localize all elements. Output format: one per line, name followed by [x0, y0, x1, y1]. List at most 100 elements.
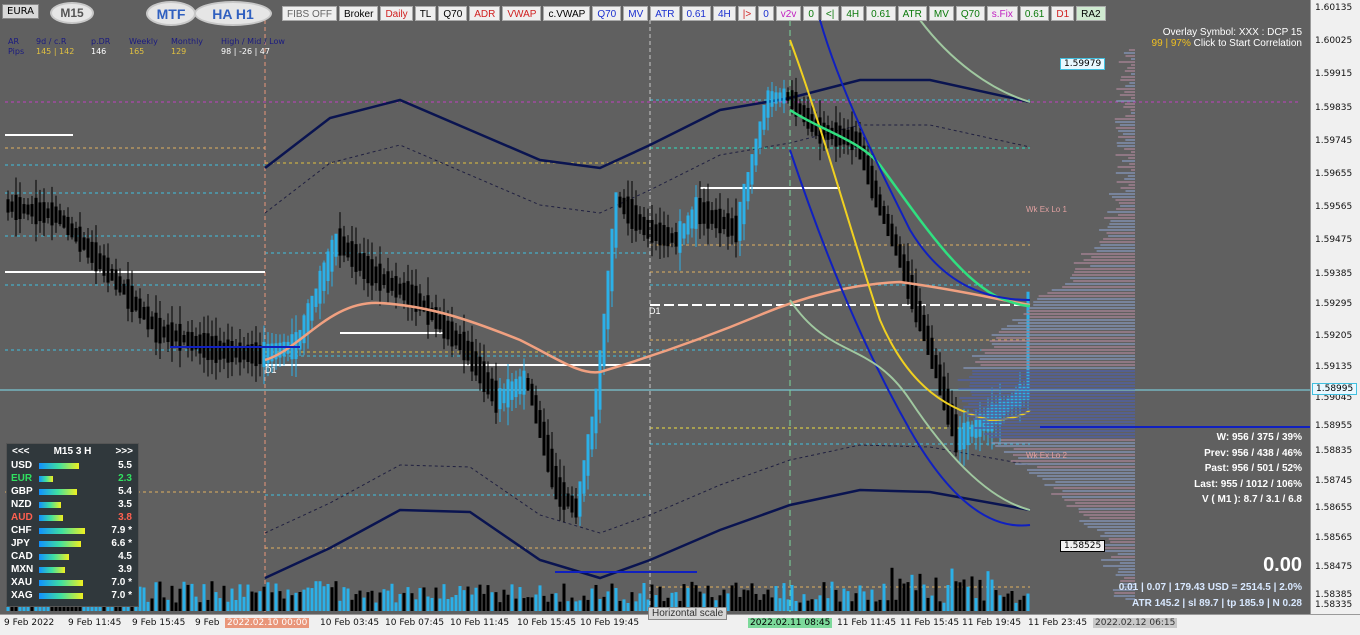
time-tick: 10 Feb 11:45 — [450, 618, 510, 628]
toolbar-button[interactable]: FIBS OFF — [282, 6, 337, 21]
timeframe-button[interactable]: M15 — [50, 2, 94, 24]
candle-body — [890, 223, 894, 247]
candle-body — [614, 192, 618, 248]
toolbar-button[interactable]: D1 — [1051, 6, 1075, 21]
toolbar-button[interactable]: 0 — [758, 6, 774, 21]
candle-body — [170, 322, 174, 347]
toolbar-button[interactable]: Q70 — [592, 6, 622, 21]
toolbar-button[interactable]: |> — [737, 6, 757, 21]
candle-body — [882, 206, 886, 224]
price-tick: 1.58745 — [1315, 476, 1353, 486]
volume-bar — [374, 602, 378, 611]
candle-body — [130, 285, 134, 312]
volume-bar — [474, 587, 478, 611]
time-tick: 9 Feb — [195, 618, 220, 628]
currency-name: CHF — [11, 525, 32, 536]
toolbar-button[interactable]: Daily — [380, 6, 413, 21]
toolbar-button[interactable]: 4H — [841, 6, 865, 21]
candle-body — [6, 199, 10, 213]
candle-body — [446, 320, 450, 340]
mtf-button[interactable]: MTF — [146, 1, 196, 26]
price-axis[interactable]: 1.60135 1.60025 1.59915 1.59835 1.59745 1.596… — [1310, 0, 1360, 614]
toolbar-button[interactable]: v2v — [775, 6, 802, 21]
candle-body — [762, 104, 766, 130]
currency-row[interactable]: JPY 6.6 * — [7, 537, 138, 550]
candle-body — [714, 209, 718, 229]
candle-body — [598, 350, 602, 410]
next-button[interactable]: >>> — [115, 446, 133, 457]
price-tick: 1.58385 — [1315, 590, 1353, 600]
volume-bar — [1010, 590, 1014, 611]
toolbar-button[interactable]: Q70 — [438, 6, 468, 21]
volume-bar — [282, 598, 286, 611]
toolbar-button[interactable]: ATR — [897, 6, 927, 21]
volume-bar — [774, 586, 778, 611]
volume-bar — [854, 593, 858, 611]
toolbar-button[interactable]: <| — [820, 6, 840, 21]
volume-bar — [770, 597, 774, 611]
currency-row[interactable]: USD 5.5 — [7, 459, 138, 472]
volume-bar — [730, 585, 734, 611]
currency-row[interactable]: GBP 5.4 — [7, 485, 138, 498]
weekly-stat-line: Last: 955 / 1012 / 106% — [1194, 478, 1302, 490]
volume-bar — [886, 600, 890, 611]
candle-body — [86, 238, 90, 258]
candle-body — [122, 283, 126, 295]
toolbar-button[interactable]: Q70 — [955, 6, 985, 21]
toolbar-button[interactable]: Broker — [339, 6, 379, 21]
candle-body — [970, 424, 974, 437]
currency-row[interactable]: AUD 3.8 — [7, 511, 138, 524]
toolbar-button[interactable]: 4H — [712, 6, 736, 21]
currency-row[interactable]: XAG 7.0 * — [7, 589, 138, 602]
candle-body — [922, 314, 926, 342]
candle-body — [318, 270, 322, 304]
timeframe-label: M15 — [60, 6, 84, 20]
volume-bar — [874, 601, 878, 611]
toolbar-button[interactable]: 0.61 — [681, 6, 711, 21]
inner-band — [264, 124, 1031, 214]
currency-row[interactable]: XAU 7.0 * — [7, 576, 138, 589]
currency-row[interactable]: CAD 4.5 — [7, 550, 138, 563]
volume-bar — [934, 577, 938, 611]
currency-name: NZD — [11, 499, 32, 510]
candle-body — [386, 271, 390, 293]
symbol-tab[interactable]: EURA — [2, 4, 40, 19]
currency-row[interactable]: NZD 3.5 — [7, 498, 138, 511]
currency-row[interactable]: MXN 3.9 — [7, 563, 138, 576]
candle-body — [374, 266, 378, 284]
candle-body — [642, 216, 646, 236]
volume-bar — [362, 597, 366, 611]
toolbar-button[interactable]: 0 — [803, 6, 819, 21]
toolbar-button[interactable]: c.VWAP — [543, 6, 591, 21]
toolbar-button[interactable]: MV — [623, 6, 649, 21]
start-correlation-link[interactable]: Click to Start Correlation — [1191, 38, 1302, 49]
currency-row[interactable]: EUR 2.3 — [7, 472, 138, 485]
weekly-stat-line: Prev: 956 / 438 / 46% — [1204, 447, 1302, 459]
volume-bar — [838, 601, 842, 611]
volume-bar — [562, 583, 566, 611]
ha-h1-button[interactable]: HA H1 — [194, 1, 272, 26]
toolbar-button[interactable]: 0.61 — [1019, 6, 1050, 21]
volume-bar — [786, 599, 790, 611]
price-tick: 1.58835 — [1315, 446, 1353, 456]
currency-row[interactable]: CHF 7.9 * — [7, 524, 138, 537]
toolbar-button[interactable]: RA2 — [1076, 6, 1106, 21]
toolbar-button[interactable]: MV — [928, 6, 954, 21]
volume-bar — [322, 586, 326, 611]
candle-body — [102, 255, 106, 276]
toolbar-button[interactable]: 0.61 — [866, 6, 896, 21]
candle-body — [674, 232, 678, 247]
candle-body — [234, 346, 238, 358]
toolbar-button[interactable]: VWAP — [502, 6, 542, 21]
candle-body — [638, 214, 642, 230]
toolbar-button[interactable]: ADR — [469, 6, 501, 21]
candle-body — [150, 316, 154, 330]
candle-body — [390, 277, 394, 291]
currency-name: CAD — [11, 551, 33, 562]
price-tick: 1.59565 — [1315, 202, 1353, 212]
prev-button[interactable]: <<< — [12, 446, 30, 457]
toolbar-button[interactable]: ATR — [650, 6, 680, 21]
toolbar-button[interactable]: s.Fix — [986, 6, 1018, 21]
correlation-line[interactable]: 99 | 97% Click to Start Correlation — [1152, 38, 1302, 49]
toolbar-button[interactable]: TL — [414, 6, 437, 21]
